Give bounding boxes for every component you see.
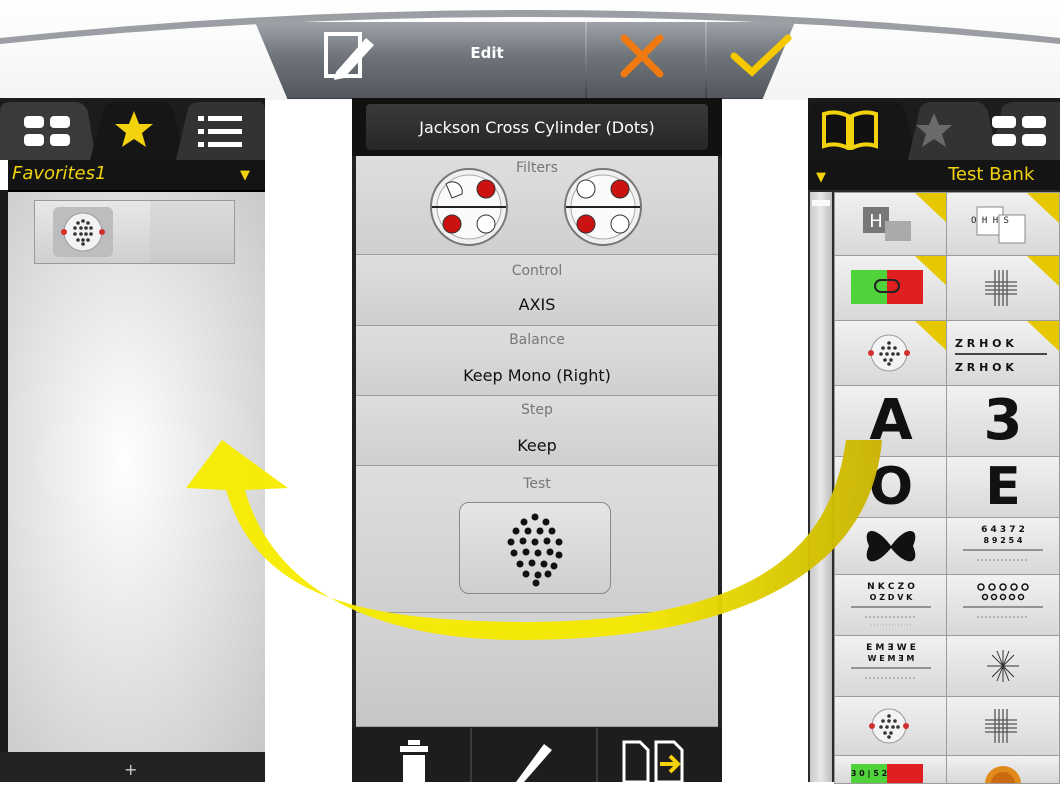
- cell-text: Z R H O K: [955, 361, 1014, 374]
- list-view-icon[interactable]: [196, 112, 244, 152]
- favorite-empty-slot[interactable]: [150, 200, 235, 264]
- book-icon[interactable]: [820, 110, 880, 152]
- test-cell-cross-grid[interactable]: [946, 255, 1060, 321]
- control-value: AXIS: [518, 295, 556, 314]
- dots-pattern-icon: [507, 513, 563, 587]
- balance-label: Balance: [509, 332, 565, 348]
- cell-text: Z R H O K: [955, 337, 1014, 350]
- footer-divider: [596, 728, 598, 782]
- test-cell-tumbling-e[interactable]: E M Ǝ W E W E M Ǝ M: [834, 635, 948, 697]
- confirm-icon[interactable]: [726, 30, 796, 82]
- test-cell-color-plate[interactable]: [946, 755, 1060, 784]
- detail-title: Jackson Cross Cylinder (Dots): [419, 118, 655, 137]
- cell-text: O H H S: [971, 216, 1009, 226]
- test-cell-number-chart[interactable]: 6 4 3 7 2 8 9 2 5 4: [946, 517, 1060, 575]
- left-panel-border: [0, 190, 8, 760]
- cell-text: E M Ǝ W E: [866, 643, 916, 653]
- test-bank-scrollbar[interactable]: [810, 192, 832, 782]
- filter-right-icon[interactable]: [560, 164, 646, 250]
- test-bank-title: Test Bank: [948, 164, 1035, 185]
- cancel-icon[interactable]: [612, 30, 672, 82]
- footer-divider: [470, 728, 472, 782]
- cell-text: 3 0 | 5 2: [851, 769, 887, 778]
- step-label: Step: [521, 402, 553, 418]
- test-cell-circle-chart[interactable]: [946, 574, 1060, 636]
- test-cell-zrhok[interactable]: Z R H O K Z R H O K: [946, 320, 1060, 386]
- dropdown-arrow-icon[interactable]: ▼: [816, 170, 826, 185]
- cell-text: W E M Ǝ M: [868, 654, 915, 663]
- grid-view-icon[interactable]: [22, 114, 74, 148]
- control-label: Control: [511, 263, 563, 279]
- test-preview-button[interactable]: [459, 502, 611, 594]
- empty-section: [356, 613, 718, 727]
- test-cell-letter-a[interactable]: A: [834, 385, 948, 457]
- favorites-star-icon[interactable]: [112, 108, 156, 152]
- test-cell-letter-o[interactable]: O: [834, 456, 948, 518]
- cell-text: O Z D V K: [870, 593, 914, 602]
- test-cell-red-green[interactable]: [834, 255, 948, 321]
- dropdown-arrow-icon[interactable]: ▼: [240, 168, 250, 183]
- cell-text: 8 9 2 5 4: [984, 536, 1023, 545]
- test-cell-astigmatism-dial[interactable]: [946, 635, 1060, 697]
- edit-label: Edit: [470, 44, 504, 62]
- cell-letter: H: [869, 211, 883, 232]
- cell-text: 6 4 3 7 2: [981, 525, 1025, 535]
- delete-icon[interactable]: [394, 738, 434, 782]
- step-value: Keep: [517, 436, 557, 455]
- test-cell-jcc-dots[interactable]: [834, 696, 948, 756]
- test-cell-letter-e[interactable]: E: [946, 456, 1060, 518]
- cell-text: N K C Z O: [867, 582, 915, 592]
- star-icon[interactable]: [914, 110, 954, 150]
- test-cell-jcc-dots[interactable]: [834, 320, 948, 386]
- favorites-grid: [8, 192, 265, 752]
- scrollbar-thumb[interactable]: [812, 200, 830, 206]
- favorites-title: Favorites1: [12, 163, 107, 184]
- filter-left-icon[interactable]: [426, 164, 512, 250]
- favorite-item-jcc-dots[interactable]: [34, 200, 152, 264]
- test-cell-red-green[interactable]: 3 0 | 5 2: [834, 755, 948, 784]
- copy-export-icon[interactable]: [620, 736, 696, 784]
- test-label: Test: [523, 476, 551, 492]
- test-cell-cross-grid[interactable]: [946, 696, 1060, 756]
- balance-value: Keep Mono (Right): [463, 366, 611, 385]
- test-cell-butterfly[interactable]: [834, 517, 948, 575]
- add-favorite-button[interactable]: +: [124, 760, 137, 779]
- edit-document-icon[interactable]: [318, 28, 378, 84]
- test-cell-number-3[interactable]: 3: [946, 385, 1060, 457]
- test-cell-oh-letters[interactable]: O H H S: [946, 192, 1060, 256]
- toolbar-divider: [585, 22, 587, 98]
- filters-label: Filters: [516, 160, 558, 176]
- grid-view-icon[interactable]: [990, 114, 1050, 148]
- edit-pencil-icon[interactable]: [510, 738, 556, 782]
- test-cell-h-letters[interactable]: H: [834, 192, 948, 256]
- toolbar-divider: [705, 22, 707, 98]
- test-cell-letter-chart[interactable]: N K C Z O O Z D V K: [834, 574, 948, 636]
